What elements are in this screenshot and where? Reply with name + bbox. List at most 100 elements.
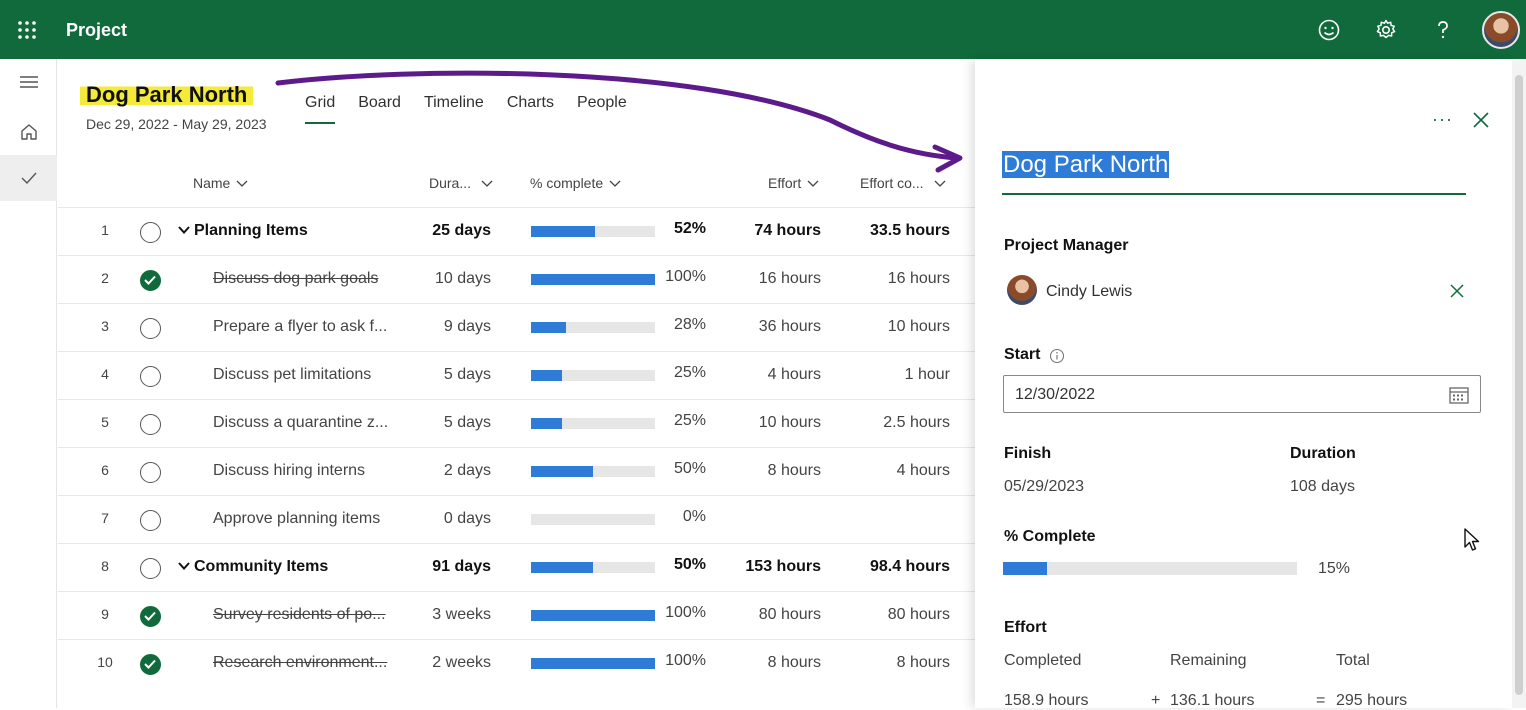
column-header-percent-complete[interactable]: % complete [530,175,621,191]
task-complete-checkbox[interactable] [140,222,161,243]
manager-name[interactable]: Cindy Lewis [1046,283,1132,301]
percent-complete[interactable]: 100% [658,268,706,286]
hamburger-menu-icon[interactable] [0,59,57,105]
task-effort-completed[interactable]: 80 hours [840,606,950,624]
task-name[interactable]: Discuss dog park goals [213,270,403,288]
task-name[interactable]: Prepare a flyer to ask f... [213,318,403,336]
info-icon[interactable] [1049,348,1065,364]
percent-complete[interactable]: 100% [658,604,706,622]
percent-complete[interactable]: 52% [658,220,706,238]
task-complete-checkbox[interactable] [140,654,161,675]
task-effort-completed[interactable]: 4 hours [840,462,950,480]
my-tasks-check-icon[interactable] [0,155,57,201]
app-name[interactable]: Project [66,20,127,41]
tab-charts[interactable]: Charts [507,94,554,124]
remove-manager-icon[interactable] [1449,283,1465,299]
task-duration[interactable]: 5 days [403,414,491,432]
percent-complete[interactable]: 50% [658,556,706,574]
task-duration[interactable]: 5 days [403,366,491,384]
tab-timeline[interactable]: Timeline [424,94,484,124]
task-effort[interactable]: 16 hours [718,270,821,288]
task-complete-checkbox[interactable] [140,414,161,435]
task-name[interactable]: Planning Items [178,222,408,240]
column-header-name[interactable]: Name [193,175,248,191]
task-effort[interactable]: 8 hours [718,462,821,480]
task-effort[interactable]: 80 hours [718,606,821,624]
user-avatar[interactable] [1482,11,1520,49]
task-duration[interactable]: 9 days [403,318,491,336]
app-launcher-icon[interactable] [17,20,37,40]
task-row[interactable]: 7 Approve planning items 0 days 0% [58,495,975,543]
help-icon[interactable] [1430,17,1456,43]
summary-task-row[interactable]: 8 Community Items 91 days 50% 153 hours … [58,543,975,591]
task-complete-checkbox[interactable] [140,606,161,627]
row-number: 1 [58,222,152,238]
task-effort[interactable]: 10 hours [718,414,821,432]
percent-complete[interactable]: 100% [658,652,706,670]
percent-complete[interactable]: 50% [658,460,706,478]
project-title[interactable]: Dog Park North [80,82,254,108]
task-complete-checkbox[interactable] [140,462,161,483]
task-complete-checkbox[interactable] [140,270,161,291]
task-effort[interactable]: 153 hours [718,558,821,576]
more-options-icon[interactable]: ··· [1432,109,1453,130]
percent-complete[interactable]: 0% [658,508,706,526]
task-effort-completed[interactable]: 1 hour [840,366,950,384]
task-duration[interactable]: 91 days [403,558,491,576]
task-complete-checkbox[interactable] [140,558,161,579]
task-complete-checkbox[interactable] [140,366,161,387]
task-row[interactable]: 2 Discuss dog park goals 10 days 100% 16… [58,255,975,303]
percent-complete[interactable]: 25% [658,364,706,382]
task-row[interactable]: 5 Discuss a quarantine z... 5 days 25% 1… [58,399,975,447]
start-date-field[interactable]: 12/30/2022 [1003,375,1481,413]
project-name-input[interactable]: Dog Park North [1002,151,1466,195]
tab-grid[interactable]: Grid [305,94,336,124]
task-effort-completed[interactable]: 98.4 hours [840,558,950,576]
task-name[interactable]: Community Items [178,558,408,576]
task-complete-checkbox[interactable] [140,510,161,531]
task-duration[interactable]: 2 weeks [403,654,491,672]
smiley-icon[interactable] [1316,17,1342,43]
task-row[interactable]: 9 Survey residents of po... 3 weeks 100%… [58,591,975,639]
task-row[interactable]: 6 Discuss hiring interns 2 days 50% 8 ho… [58,447,975,495]
task-effort[interactable]: 36 hours [718,318,821,336]
close-icon[interactable] [1472,111,1490,129]
task-effort-completed[interactable]: 33.5 hours [840,222,950,240]
task-name[interactable]: Survey residents of po... [213,606,403,624]
task-duration[interactable]: 0 days [403,510,491,528]
task-duration[interactable]: 2 days [403,462,491,480]
column-header-effort[interactable]: Effort [768,175,819,191]
task-row[interactable]: 3 Prepare a flyer to ask f... 9 days 28%… [58,303,975,351]
percent-complete-bar[interactable] [1003,562,1297,575]
panel-scrollbar[interactable] [1512,59,1526,708]
task-effort-completed[interactable]: 16 hours [840,270,950,288]
gear-icon[interactable] [1373,17,1399,43]
calendar-icon[interactable] [1448,384,1470,406]
task-effort-completed[interactable]: 8 hours [840,654,950,672]
task-duration[interactable]: 25 days [403,222,491,240]
task-effort[interactable]: 8 hours [718,654,821,672]
task-name[interactable]: Discuss hiring interns [213,462,403,480]
task-name[interactable]: Approve planning items [213,510,403,528]
tab-people[interactable]: People [577,94,627,124]
task-name[interactable]: Discuss pet limitations [213,366,403,384]
task-effort-completed[interactable]: 10 hours [840,318,950,336]
task-duration[interactable]: 3 weeks [403,606,491,624]
summary-task-row[interactable]: 1 Planning Items 25 days 52% 74 hours 33… [58,207,975,255]
task-duration[interactable]: 10 days [403,270,491,288]
task-complete-checkbox[interactable] [140,318,161,339]
percent-complete[interactable]: 25% [658,412,706,430]
scrollbar-thumb[interactable] [1515,75,1523,695]
task-name[interactable]: Discuss a quarantine z... [213,414,403,432]
percent-complete[interactable]: 28% [658,316,706,334]
column-header-effort-completed[interactable]: Effort co... [860,175,946,191]
home-icon[interactable] [0,109,57,155]
task-effort-completed[interactable]: 2.5 hours [840,414,950,432]
task-row[interactable]: 4 Discuss pet limitations 5 days 25% 4 h… [58,351,975,399]
task-row[interactable]: 10 Research environment... 2 weeks 100% … [58,639,975,687]
column-header-duration[interactable]: Dura... [429,175,493,191]
task-effort[interactable]: 74 hours [718,222,821,240]
tab-board[interactable]: Board [358,94,401,124]
task-effort[interactable]: 4 hours [718,366,821,384]
task-name[interactable]: Research environment... [213,654,403,672]
